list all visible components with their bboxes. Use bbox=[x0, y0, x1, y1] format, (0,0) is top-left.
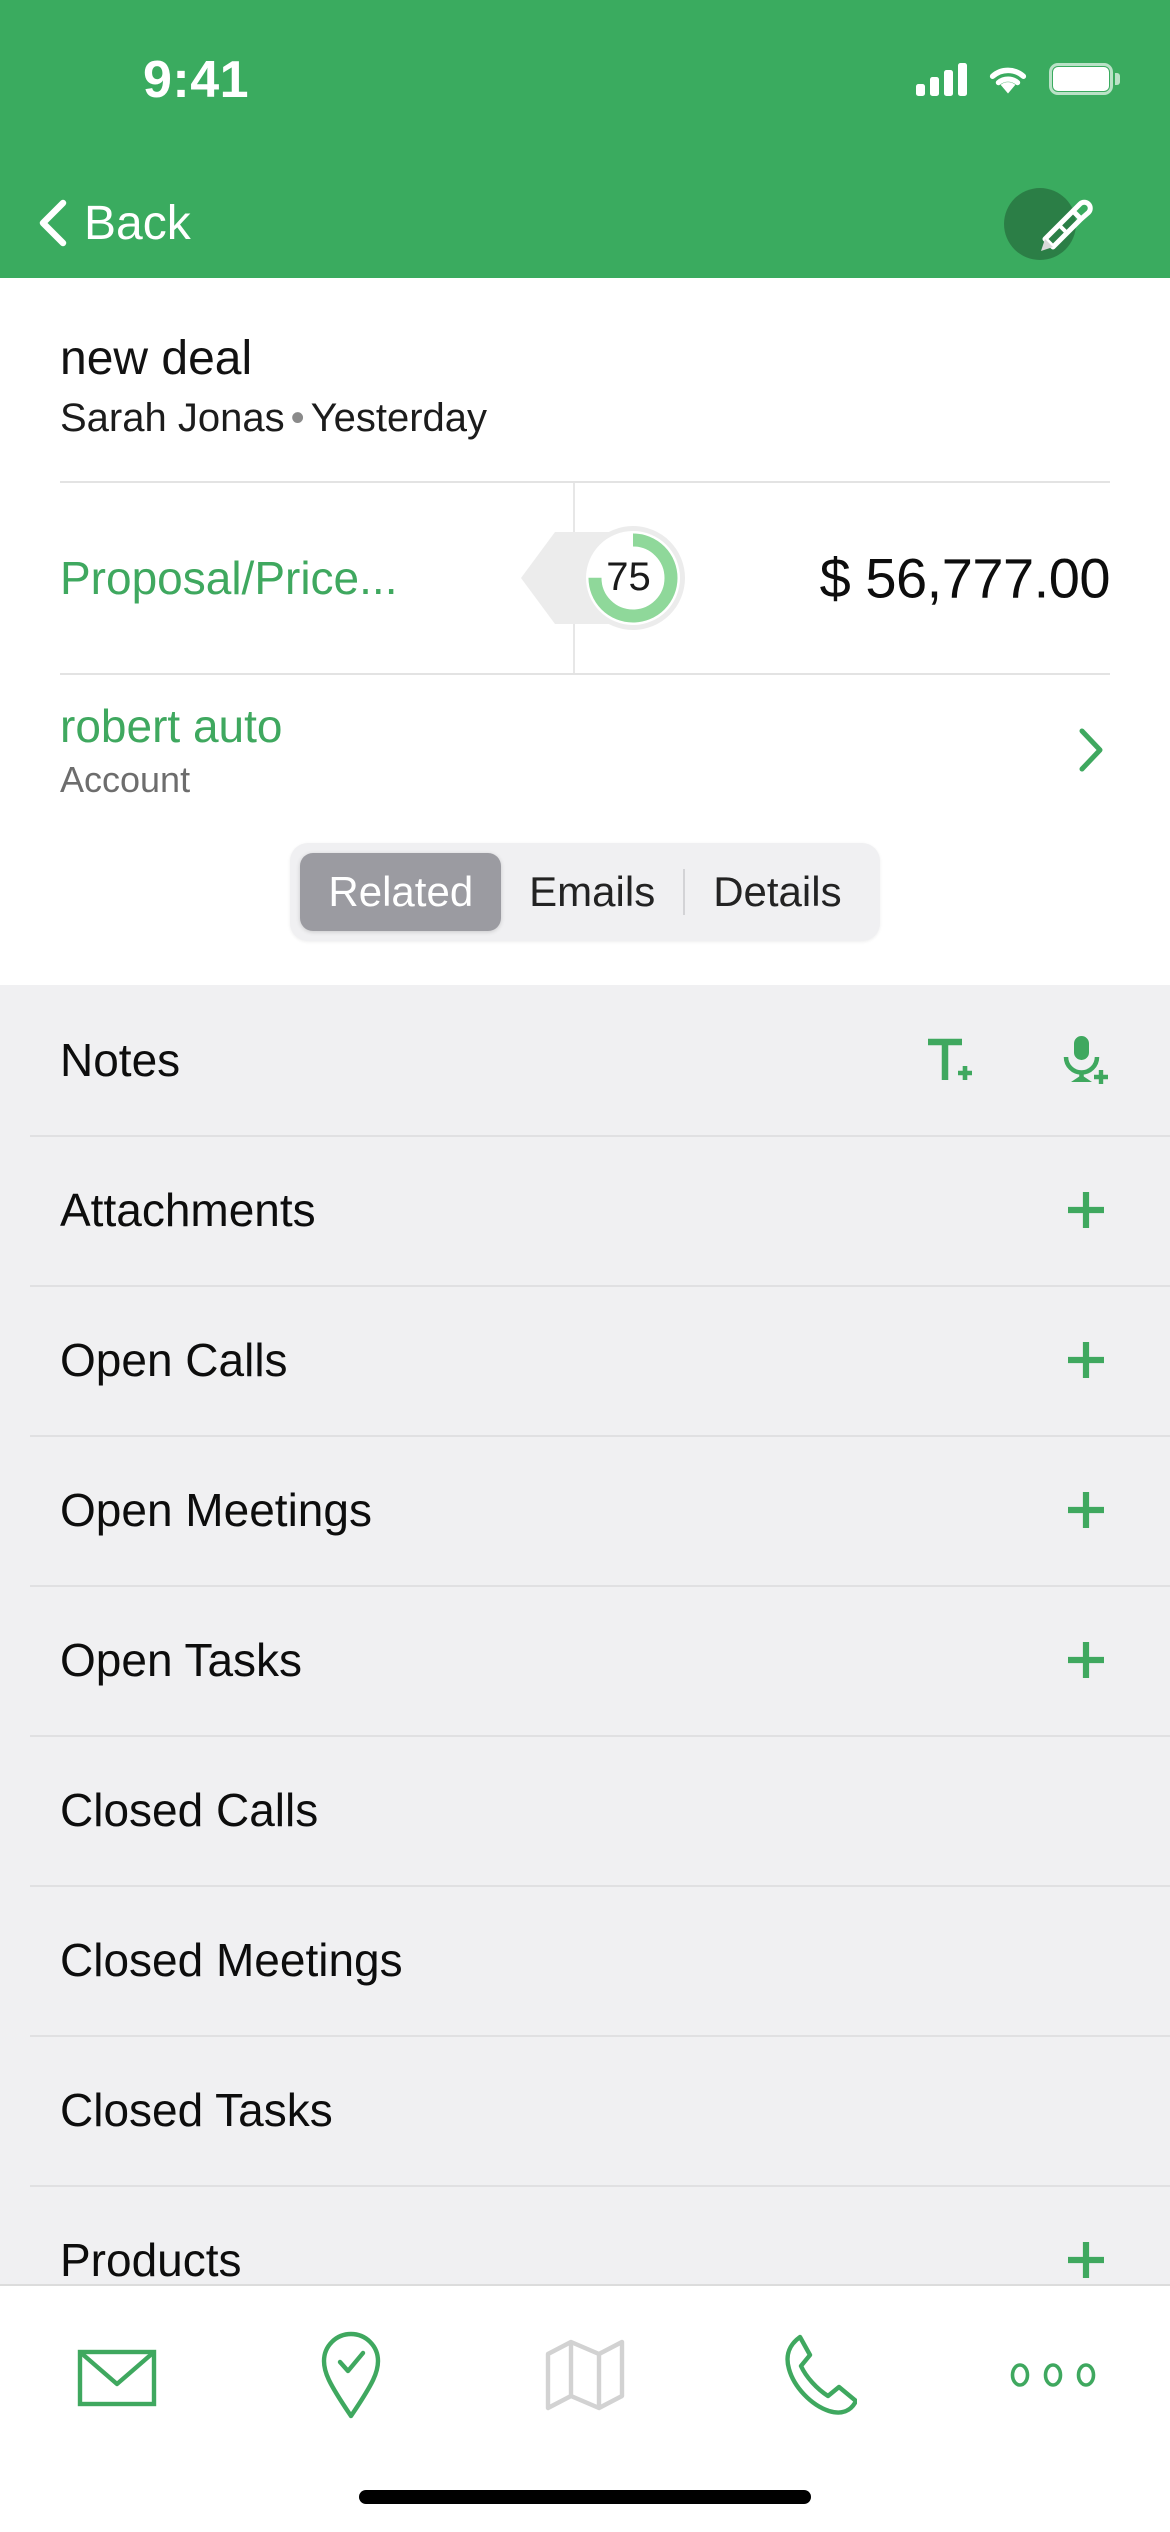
navigation-bar: Back bbox=[0, 168, 1170, 278]
plus-icon[interactable] bbox=[1062, 1636, 1110, 1684]
segmented-control: Related Emails Details bbox=[290, 842, 880, 941]
deal-stage-label: Proposal/Price... bbox=[60, 551, 398, 604]
record-modified-time: Yesterday bbox=[310, 395, 488, 440]
list-item-label: Closed Tasks bbox=[60, 2084, 333, 2136]
tab-details[interactable]: Details bbox=[685, 853, 869, 931]
battery-icon bbox=[1049, 63, 1120, 95]
status-bar-time: 9:41 bbox=[143, 51, 250, 109]
list-item-label: Open Tasks bbox=[60, 1634, 303, 1686]
plus-icon[interactable] bbox=[1062, 1486, 1110, 1534]
list-item-label: Notes bbox=[60, 1034, 181, 1086]
list-item-label: Products bbox=[60, 2234, 242, 2285]
map-icon bbox=[545, 2339, 625, 2411]
tab-emails[interactable]: Emails bbox=[501, 853, 683, 931]
app-screen: 9:41 Back new deal Sarah Jonas • Yesterd… bbox=[0, 0, 1170, 2532]
list-item-label: Open Calls bbox=[60, 1334, 288, 1386]
add-text-note-icon[interactable] bbox=[922, 1033, 976, 1087]
record-meta: Sarah Jonas • Yesterday bbox=[60, 396, 1110, 441]
list-item-closed-meetings[interactable]: Closed Meetings bbox=[0, 1885, 1170, 2035]
more-icon bbox=[1010, 2363, 1096, 2387]
check-in-icon bbox=[321, 2331, 381, 2419]
list-item-actions bbox=[922, 1032, 1110, 1088]
account-row[interactable]: robert auto Account bbox=[60, 675, 1110, 825]
list-item-notes[interactable]: Notes bbox=[0, 985, 1170, 1135]
probability-value: 75 bbox=[606, 555, 651, 600]
plus-icon[interactable] bbox=[1062, 2236, 1110, 2284]
tab-bar-more[interactable] bbox=[963, 2320, 1143, 2430]
related-list[interactable]: Notes Attachments Open Calls Open Meetin… bbox=[0, 985, 1170, 2285]
plus-icon[interactable] bbox=[1062, 1336, 1110, 1384]
list-item-label: Attachments bbox=[60, 1184, 316, 1236]
list-item-label: Closed Meetings bbox=[60, 1934, 403, 1986]
status-bar: 9:41 bbox=[0, 0, 1170, 168]
list-item-open-meetings[interactable]: Open Meetings bbox=[0, 1435, 1170, 1585]
record-owner: Sarah Jonas bbox=[60, 395, 285, 440]
deal-amount: $ 56,777.00 bbox=[819, 546, 1111, 610]
plus-icon[interactable] bbox=[1062, 1186, 1110, 1234]
edit-record-button[interactable] bbox=[996, 168, 1126, 278]
list-item-label: Closed Calls bbox=[60, 1784, 319, 1836]
page-title: new deal bbox=[60, 332, 253, 385]
list-item-closed-tasks[interactable]: Closed Tasks bbox=[0, 2035, 1170, 2185]
tab-bar-phone[interactable] bbox=[729, 2320, 909, 2430]
add-voice-note-icon[interactable] bbox=[1056, 1032, 1110, 1088]
list-item-open-tasks[interactable]: Open Tasks bbox=[0, 1585, 1170, 1735]
list-item-label: Open Meetings bbox=[60, 1484, 372, 1536]
meta-separator: • bbox=[290, 395, 305, 440]
home-indicator bbox=[359, 2490, 811, 2504]
tab-bar-email[interactable] bbox=[27, 2320, 207, 2430]
tab-switcher: Related Emails Details bbox=[0, 825, 1170, 971]
account-name: robert auto bbox=[60, 699, 283, 752]
tab-bar-check-in[interactable] bbox=[261, 2320, 441, 2430]
email-icon bbox=[77, 2349, 157, 2407]
record-header: new deal Sarah Jonas • Yesterday bbox=[0, 278, 1170, 441]
tab-bar-map[interactable] bbox=[495, 2320, 675, 2430]
back-button-label: Back bbox=[84, 196, 191, 250]
account-field-label: Account bbox=[60, 758, 191, 800]
back-button[interactable]: Back bbox=[22, 168, 209, 278]
list-item-open-calls[interactable]: Open Calls bbox=[0, 1285, 1170, 1435]
chevron-left-icon bbox=[39, 199, 67, 247]
list-item-closed-calls[interactable]: Closed Calls bbox=[0, 1735, 1170, 1885]
pencil-edit-icon bbox=[1041, 199, 1093, 251]
status-bar-indicators bbox=[916, 56, 1120, 102]
record-summary-card: new deal Sarah Jonas • Yesterday Proposal/… bbox=[0, 278, 1170, 971]
stage-amount-row[interactable]: Proposal/Price... 75 $ 56,777.00 bbox=[60, 482, 1111, 673]
list-item-attachments[interactable]: Attachments bbox=[0, 1135, 1170, 1285]
list-item-products[interactable]: Products bbox=[0, 2185, 1170, 2285]
chevron-right-icon bbox=[1079, 728, 1103, 772]
phone-icon bbox=[785, 2334, 857, 2415]
tab-related[interactable]: Related bbox=[300, 852, 502, 931]
wifi-icon bbox=[989, 67, 1027, 93]
cellular-signal-icon bbox=[916, 62, 967, 96]
